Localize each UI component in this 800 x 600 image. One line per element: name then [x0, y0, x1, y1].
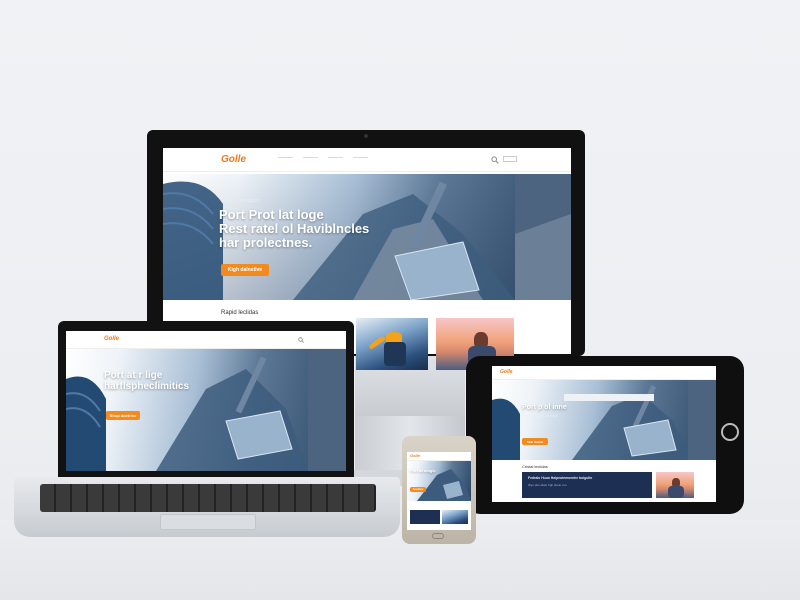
laptop-hero: Port at r lige harflspheclimitics Shop d…	[66, 349, 346, 471]
laptop-website: Golle Port at r lige harflspheclimitics …	[66, 331, 346, 471]
phone-website: Golle Port at ologic Apedone	[407, 452, 471, 530]
desktop-nav-link-2[interactable]: ———	[303, 155, 318, 161]
phone-hero-cta-button[interactable]: Apedone	[410, 487, 426, 492]
phone-card-dark[interactable]	[410, 510, 440, 524]
laptop-navbar: Golle	[66, 331, 346, 349]
tablet-home-button[interactable]	[721, 423, 739, 441]
desktop-section-heading: Rapid leclidas	[221, 310, 259, 316]
desktop-card-worker-image[interactable]	[356, 318, 428, 370]
tablet-feature-card[interactable]: Fedralo Huuo Haipeutemoenhe bolgulte Wyo…	[522, 472, 652, 498]
tablet-card-title: Fedralo Huuo Haipeutemoenhe bolgulte	[528, 476, 593, 480]
tablet-hero: Port p ol inne Reat laaphia lavtors Sbal…	[492, 380, 716, 460]
tablet-card-subtitle: Wyo phe dlote frgh tinelo vxo	[528, 483, 567, 487]
desktop-hero-title-line-1: Port Prot lat loge	[219, 207, 324, 222]
desktop-nav-link-4[interactable]: ———	[353, 155, 368, 161]
desktop-navbar: Golle ——— ——— ——— ———	[163, 148, 571, 172]
tablet-section-heading: Cristal leclidas	[522, 464, 548, 469]
desktop-nav-link-1[interactable]: ———	[278, 155, 293, 161]
tablet-navbar: Golle	[492, 366, 716, 380]
laptop-hero-title-line-1: Port at r lige	[104, 370, 163, 381]
webcam-icon	[364, 134, 368, 138]
desktop-hero: Nagyo, svo glicor Port Prot lat loge Res…	[163, 174, 571, 300]
laptop-trackpad[interactable]	[160, 514, 256, 530]
phone-hero-illustration	[417, 469, 471, 501]
laptop-hero-cta-button[interactable]: Shop doetrive	[106, 411, 140, 420]
laptop-hero-illustration	[66, 349, 346, 471]
tablet-card-sunset-image[interactable]	[656, 472, 694, 498]
tablet-hero-illustration	[492, 380, 716, 460]
phone-navbar: Golle	[407, 452, 471, 461]
tablet-logo[interactable]: Golle	[500, 369, 513, 375]
phone-hero: Port at ologic Apedone	[407, 461, 471, 501]
laptop-search-icon[interactable]	[298, 337, 304, 343]
phone-card-worker-image[interactable]	[442, 510, 468, 524]
tablet-hero-subtitle: Reat laaphia lavtors	[522, 413, 558, 418]
tablet-hero-title: Port p ol inne	[522, 404, 567, 411]
desktop-hero-kicker: Nagyo, svo glicor	[221, 198, 260, 204]
phone-logo[interactable]: Golle	[410, 453, 420, 458]
desktop-nav-link-3[interactable]: ———	[328, 155, 343, 161]
phone-home-button[interactable]	[432, 533, 444, 539]
laptop-keyboard	[40, 484, 376, 512]
phone-hero-title: Port at ologic	[410, 468, 436, 473]
desktop-hero-title-line-2: Rest ratel ol Haviblncles	[219, 221, 370, 236]
desktop-hero-cta-button[interactable]: Kigh dalnetive	[221, 264, 269, 276]
laptop-hero-title-line-2: harflspheclimitics	[104, 381, 190, 392]
laptop-logo[interactable]: Golle	[104, 336, 119, 342]
tablet-website: Golle Port p ol inne Reat laaphia lavtor…	[492, 366, 716, 502]
tablet-hero-cta-button[interactable]: Sbal doorle	[522, 438, 548, 445]
desktop-logo[interactable]: Golle	[221, 154, 246, 165]
desktop-hero-title-line-3: har prolectnes.	[219, 235, 313, 250]
desktop-account-button[interactable]	[503, 156, 517, 162]
desktop-search-icon[interactable]	[491, 156, 499, 164]
